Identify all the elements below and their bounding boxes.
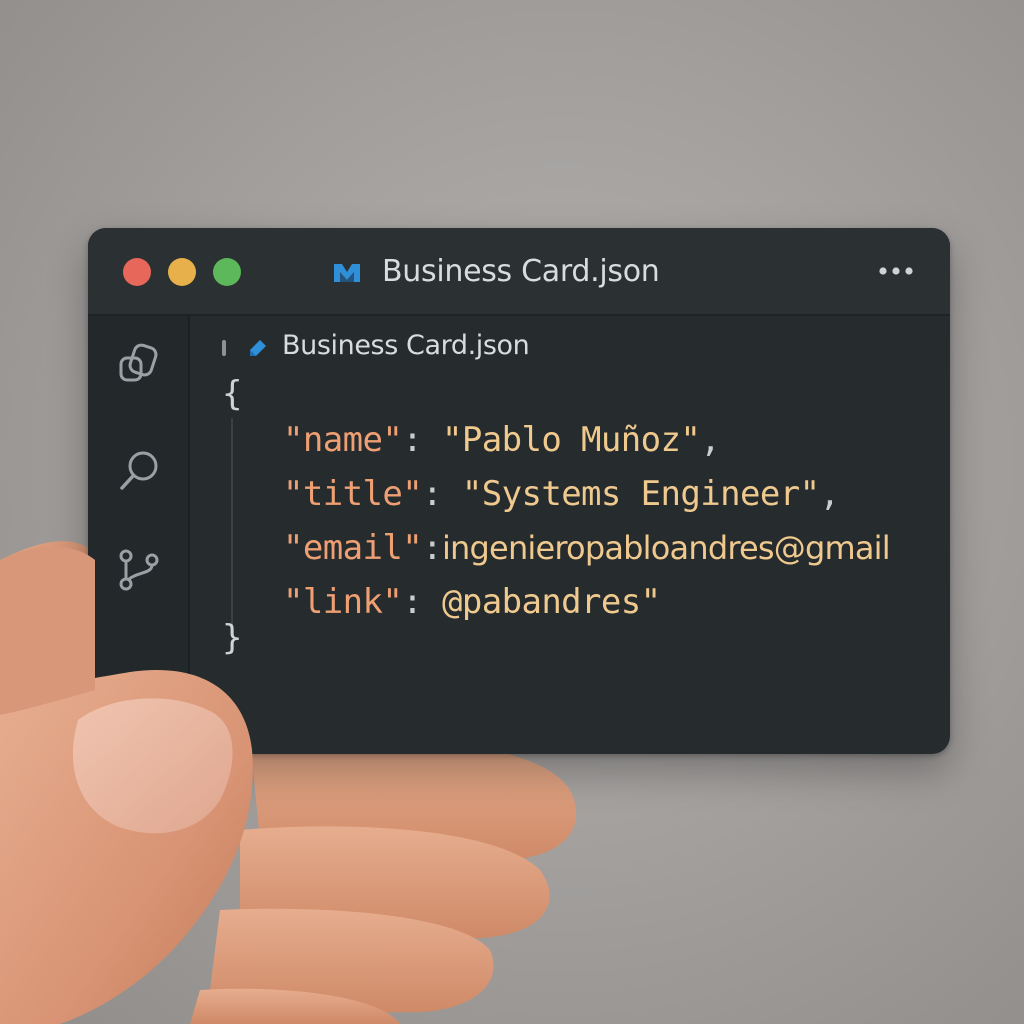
json-value: "Pablo Muñoz" — [441, 420, 701, 460]
json-comma: , — [819, 474, 840, 514]
search-icon[interactable] — [116, 446, 164, 494]
window-title: Business Card.json — [382, 254, 660, 289]
tab-marker — [222, 340, 226, 356]
json-key: "name" — [283, 420, 403, 460]
code-line-link: "link": @pabandres" — [283, 582, 661, 622]
json-key: "link" — [283, 582, 403, 622]
code-line-title: "title": "Systems Engineer", — [283, 474, 840, 514]
json-colon: : — [422, 474, 442, 514]
json-comma: , — [700, 420, 721, 460]
json-value: @pabandres" — [441, 582, 661, 622]
more-horizontal-icon[interactable] — [878, 266, 914, 276]
json-value: "Systems Engineer" — [461, 474, 820, 514]
indent-guide — [231, 418, 233, 626]
json-file-icon — [250, 340, 266, 356]
source-control-icon[interactable] — [116, 546, 164, 594]
json-value: ingenieropabloandres@gmail — [441, 529, 891, 567]
code-line-email: "email":ingenieropabloandres@gmail — [283, 528, 891, 568]
minimize-window-button[interactable] — [168, 258, 196, 286]
vscode-logo-icon — [334, 264, 360, 282]
business-card: Business Card.json Business Card.json {… — [88, 228, 950, 754]
title-bar: Business Card.json — [88, 228, 950, 316]
json-colon: : — [422, 528, 442, 568]
open-brace: { — [222, 374, 243, 414]
json-colon: : — [402, 582, 423, 622]
files-icon[interactable] — [116, 340, 164, 388]
maximize-window-button[interactable] — [213, 258, 241, 286]
json-colon: : — [402, 420, 423, 460]
json-key: "title" — [283, 474, 423, 514]
json-key: "email" — [283, 528, 423, 568]
tab-business-card[interactable]: Business Card.json — [282, 330, 530, 361]
activity-bar — [88, 316, 190, 754]
close-brace: } — [222, 618, 243, 658]
editor-pane: Business Card.json { "name": "Pablo Muño… — [190, 316, 950, 754]
close-window-button[interactable] — [123, 258, 151, 286]
code-line-name: "name": "Pablo Muñoz", — [283, 420, 721, 460]
